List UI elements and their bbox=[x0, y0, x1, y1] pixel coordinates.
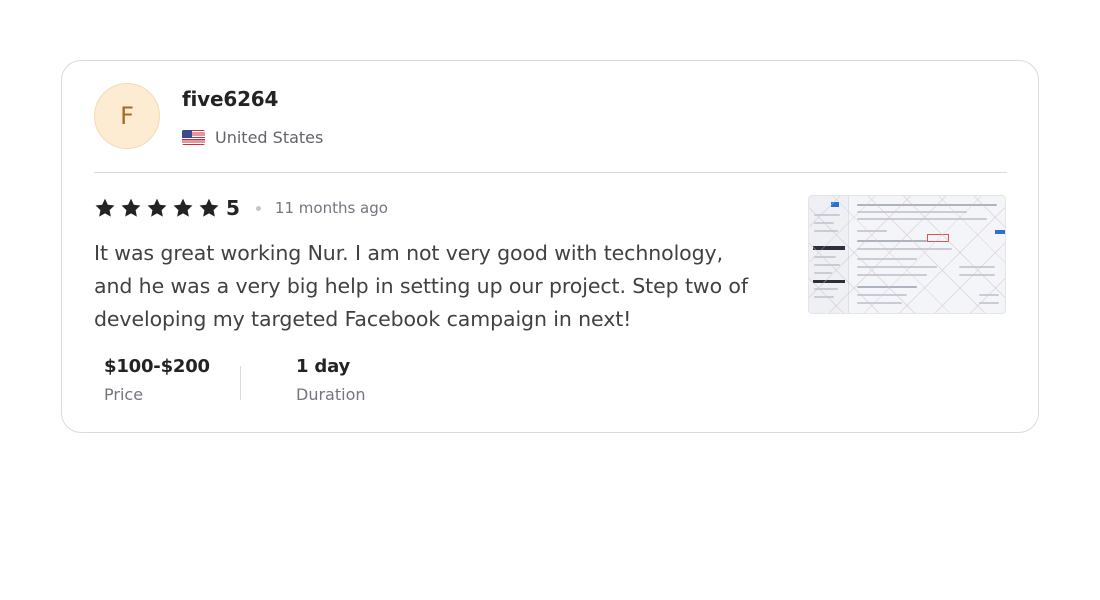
rating-value: 5 bbox=[226, 196, 240, 220]
duration-label: Duration bbox=[296, 385, 366, 404]
country-name: United States bbox=[215, 127, 324, 147]
avatar-initial: F bbox=[120, 102, 134, 130]
star-rating bbox=[94, 197, 224, 219]
reviewer-header: F five6264 United States bbox=[94, 83, 694, 151]
reviewer-name[interactable]: five6264 bbox=[182, 87, 278, 111]
duration-value: 1 day bbox=[296, 356, 351, 377]
watermark-pattern bbox=[809, 196, 1005, 313]
meta-divider bbox=[240, 366, 241, 400]
rating-row: 5 11 months ago bbox=[94, 195, 388, 221]
star-icon bbox=[146, 197, 168, 219]
price-value: $100-$200 bbox=[104, 356, 210, 377]
star-icon bbox=[120, 197, 142, 219]
separator-dot bbox=[255, 205, 261, 211]
us-flag-icon bbox=[182, 129, 205, 145]
order-meta: $100-$200 Price 1 day Duration bbox=[104, 356, 366, 408]
avatar[interactable]: F bbox=[94, 83, 160, 149]
price-label: Price bbox=[104, 385, 144, 404]
review-text: It was great working Nur. I am not very … bbox=[94, 241, 748, 331]
star-icon bbox=[172, 197, 194, 219]
star-icon bbox=[198, 197, 220, 219]
review-card: F five6264 United States 5 11 months ago… bbox=[61, 60, 1039, 433]
divider bbox=[94, 172, 1007, 173]
delivery-thumbnail[interactable] bbox=[808, 195, 1006, 314]
star-icon bbox=[94, 197, 116, 219]
reviewer-country: United States bbox=[182, 127, 323, 147]
review-time: 11 months ago bbox=[274, 199, 388, 217]
price-block: $100-$200 Price bbox=[104, 356, 240, 408]
duration-block: 1 day Duration bbox=[296, 356, 366, 408]
